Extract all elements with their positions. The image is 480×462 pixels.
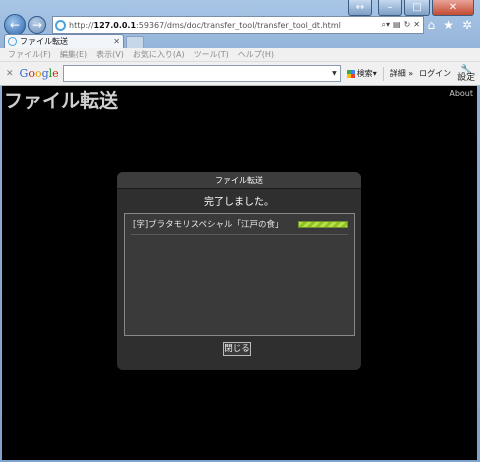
google-toolbar: ✕ Google ▼ 検索 ▾ 詳細 » ログイン 🔧 設定 xyxy=(0,62,480,86)
page-title: ファイル転送 xyxy=(4,90,119,112)
new-tab-button[interactable] xyxy=(126,36,144,48)
home-icon[interactable]: ⌂ xyxy=(428,18,436,32)
page-viewport: ファイル転送 About ファイル転送 完了しました。 [字]ブラタモリスペシャ… xyxy=(2,86,477,460)
google-search-input[interactable]: ▼ xyxy=(62,65,341,82)
browser-window: ↔ – □ ✕ ← → http://127.0.0.1:59367/dms/d… xyxy=(0,0,480,462)
dialog-message: 完了しました。 xyxy=(204,197,274,208)
ie-page-icon xyxy=(55,19,66,31)
google-logo: Google xyxy=(19,67,59,80)
back-button[interactable]: ← xyxy=(4,14,26,36)
dialog-title: ファイル転送 xyxy=(117,172,361,189)
menu-file[interactable]: ファイル(F) xyxy=(8,49,51,60)
list-item: [字]ブラタモリスペシャル「江戸の食」 xyxy=(131,214,348,235)
google-search-icon xyxy=(346,69,355,78)
menu-view[interactable]: 表示(V) xyxy=(96,49,124,60)
ie-tab-icon xyxy=(8,37,17,46)
favorites-star-icon[interactable]: ★ xyxy=(443,18,454,32)
browser-right-icons: ⌂ ★ ✲ xyxy=(428,18,476,32)
login-button[interactable]: ログイン xyxy=(419,68,451,79)
item-label: [字]ブラタモリスペシャル「江戸の食」 xyxy=(133,220,284,230)
progress-fill xyxy=(299,221,347,227)
address-tools: ⌕▾ ▤ ↻ ✕ xyxy=(382,20,423,30)
compat-icon[interactable]: ▤ xyxy=(393,20,401,30)
menu-bar: ファイル(F) 編集(E) 表示(V) お気に入り(A) ツール(T) ヘルプ(… xyxy=(0,48,480,62)
about-link[interactable]: About xyxy=(449,89,473,98)
close-button[interactable]: 閉じる xyxy=(223,342,251,356)
forward-button[interactable]: → xyxy=(28,16,46,34)
dropdown-arrow-icon[interactable]: ▼ xyxy=(332,70,337,77)
progress-bar xyxy=(298,220,348,228)
menu-edit[interactable]: 編集(E) xyxy=(60,49,87,60)
address-row: ← → http://127.0.0.1:59367/dms/doc/trans… xyxy=(4,14,476,36)
transfer-list: [字]ブラタモリスペシャル「江戸の食」 xyxy=(124,213,355,336)
tab-label: ファイル転送 xyxy=(20,37,68,46)
tab-close-icon[interactable]: ✕ xyxy=(113,37,123,46)
menu-help[interactable]: ヘルプ(H) xyxy=(238,49,274,60)
tools-gear-icon[interactable]: ✲ xyxy=(462,18,472,32)
address-url: http://127.0.0.1:59367/dms/doc/transfer_… xyxy=(69,20,341,30)
tab-row: ファイル転送 ✕ xyxy=(0,34,480,48)
toolbar-divider xyxy=(382,66,384,81)
settings-button[interactable]: 🔧 設定 xyxy=(457,65,475,82)
google-search-button[interactable]: 検索 ▾ xyxy=(346,68,377,79)
toolbar-close-icon[interactable]: ✕ xyxy=(6,69,14,79)
refresh-icon[interactable]: ↻ xyxy=(404,20,411,30)
stop-icon[interactable]: ✕ xyxy=(413,20,420,30)
address-bar[interactable]: http://127.0.0.1:59367/dms/doc/transfer_… xyxy=(52,16,424,34)
menu-tools[interactable]: ツール(T) xyxy=(194,49,229,60)
details-button[interactable]: 詳細 » xyxy=(390,68,413,79)
menu-favorites[interactable]: お気に入り(A) xyxy=(133,49,185,60)
tab-active[interactable]: ファイル転送 ✕ xyxy=(4,34,124,48)
transfer-dialog: ファイル転送 完了しました。 [字]ブラタモリスペシャル「江戸の食」 閉じる xyxy=(117,172,361,370)
search-icon[interactable]: ⌕▾ xyxy=(382,20,391,30)
